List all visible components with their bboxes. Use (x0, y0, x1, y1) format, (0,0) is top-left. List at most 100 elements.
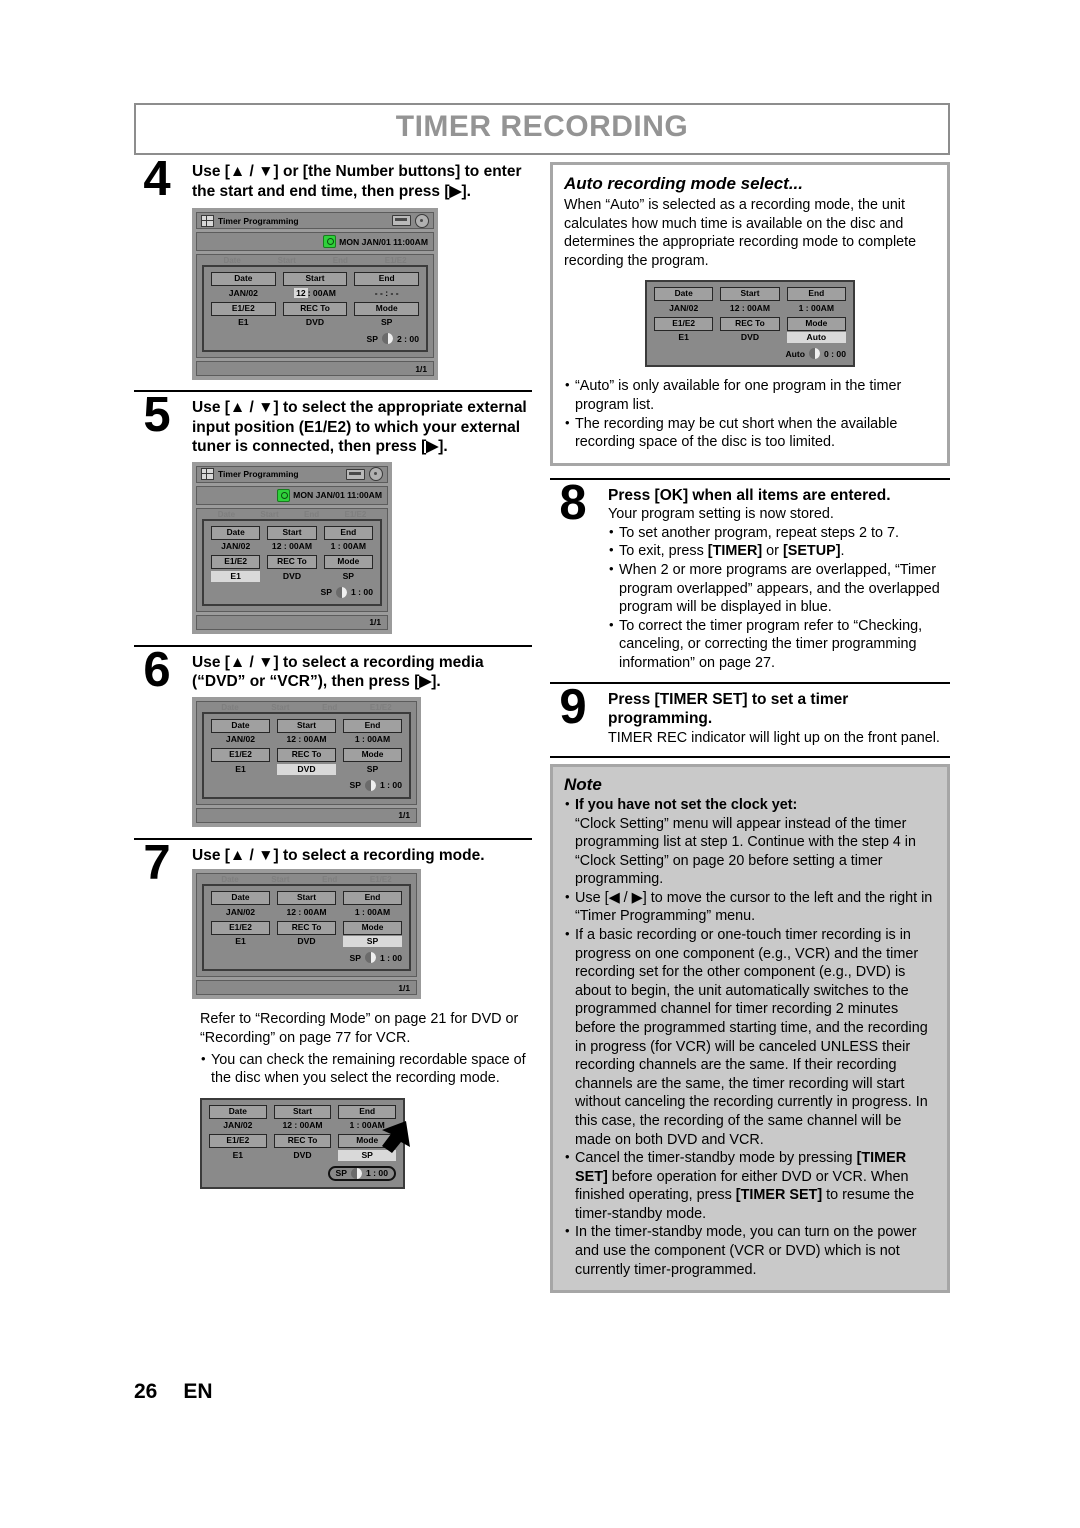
osd-list-area: Date Start End E1/E2 Date JAN/02 Start 1… (196, 700, 417, 805)
osd-remaining-time: 1 : 00 (351, 587, 373, 597)
osd-ghost-headers: Date Start End E1/E2 (205, 703, 408, 712)
osd-start-selected-digits: 12 (294, 287, 308, 298)
osd-value-recto: DVD (277, 763, 336, 775)
osd-header-e1e2: E1/E2 (211, 555, 261, 569)
osd-remaining-time: 1 : 00 (380, 780, 402, 790)
ghost-e1e2: E1/E2 (369, 702, 392, 712)
step-number: 6 (143, 642, 171, 697)
osd-value-mode: SP (342, 570, 355, 581)
osd-value-end: 1 : 00AM (354, 734, 391, 744)
step-lead: TIMER REC indicator will light up on the… (608, 729, 940, 746)
osd-remaining: SP 1 : 00 (209, 1165, 396, 1181)
osd-header-recto: REC To (277, 920, 336, 935)
osd-header-date: Date (211, 718, 270, 733)
step-heading: Use [▲ / ▼] to select the appropriate ex… (192, 399, 527, 455)
osd-screen-auto: Date JAN/02 Start 12 : 00AM End 1 : 00AM… (645, 280, 855, 368)
auto-box-body: When “Auto” is selected as a recording m… (564, 197, 917, 269)
timer-set-button-ref-2: [TIMER SET] (735, 1187, 823, 1204)
osd-header-mode: Mode (786, 316, 846, 331)
osd-value-mode: SP (343, 936, 402, 947)
step-heading: Press [TIMER SET] to set a timer program… (608, 690, 849, 728)
osd-remaining-time: 1 : 00 (366, 1168, 388, 1179)
grid-icon (201, 214, 214, 227)
osd-value-start: 12 : 00AM (282, 1120, 323, 1131)
osd-ghost-headers: Date Start End E1/E2 (205, 875, 408, 884)
auto-box-bullets: “Auto” is only available for one program… (564, 376, 936, 451)
osd-header-start: Start (720, 287, 780, 302)
osd-remaining-time: 2 : 00 (397, 333, 419, 344)
osd-header-end: End (786, 287, 846, 302)
osd-header-recto: REC To (273, 1134, 332, 1149)
list-item: To correct the timer program refer to “C… (608, 616, 950, 673)
osd-header-end: End (354, 272, 420, 286)
osd-remaining-label: Auto (785, 348, 806, 359)
osd-header-start: Start (273, 1104, 332, 1119)
right-column: Auto recording mode select... When “Auto… (550, 162, 950, 1294)
osd-clock-bar: MON JAN/01 11:00AM (196, 485, 388, 505)
osd-title-bar: Timer Programming (196, 465, 388, 483)
osd-header-recto: REC To (267, 555, 317, 569)
step-5: 5 Use [▲ / ▼] to select the appropriate … (134, 391, 532, 457)
osd-window-title: Timer Programming (218, 469, 299, 479)
manual-page: TIMER RECORDING 4 Use [▲ / ▼] or [the Nu… (0, 0, 1080, 1528)
osd-remaining-time: 0 : 00 (824, 348, 846, 359)
osd-header-start: Start (282, 272, 348, 286)
step-heading: Use [▲ / ▼] to select a recording mode. (192, 846, 485, 864)
step-lead: Your program setting is now stored. (608, 506, 834, 523)
disc-remaining-icon (336, 586, 348, 598)
osd-value-recto: DVD (282, 570, 302, 581)
osd-header-e1e2: E1/E2 (654, 316, 714, 331)
ghost-start: Start (277, 256, 296, 265)
page-header-box: TIMER RECORDING (134, 103, 950, 155)
clock-icon (277, 488, 291, 502)
osd-value-start: 12 : 00AM (729, 302, 771, 313)
ghost-date: Date (223, 256, 241, 265)
auto-box-title: Auto recording mode select... (564, 174, 803, 193)
osd-value-date: JAN/02 (221, 541, 251, 551)
osd-screen-step4: Timer Programming MON JAN/01 11:00AM Dat… (192, 208, 438, 380)
osd-header-start: Start (277, 718, 336, 733)
osd-entry-panel: Date JAN/02 Start 12 : 00AM End 1 : 00AM… (202, 884, 411, 971)
step-9: 9 Press [TIMER SET] to set a timer progr… (550, 682, 950, 748)
osd-header-e1e2: E1/E2 (211, 301, 276, 316)
ghost-start: Start (271, 702, 290, 712)
osd-value-date: JAN/02 (669, 302, 699, 313)
osd-remaining: SP 1 : 00 (211, 779, 402, 791)
osd-value-recto: DVD (740, 332, 760, 343)
osd-header-recto: REC To (277, 748, 336, 762)
osd-header-end: End (338, 1104, 397, 1119)
step-number: 7 (143, 835, 171, 890)
step-number: 9 (559, 679, 587, 734)
step-heading: Use [▲ / ▼] to select a recording media … (192, 653, 484, 691)
step-number: 8 (559, 475, 587, 530)
osd-header-date: Date (211, 525, 261, 540)
osd-value-end: 1 : 00AM (354, 906, 391, 917)
step-number: 4 (143, 152, 171, 206)
osd-value-e1e2: E1 (211, 570, 261, 582)
osd-remaining-time: 1 : 00 (380, 952, 402, 963)
list-item: To set another program, repeat steps 2 t… (608, 523, 950, 543)
osd-value-date: JAN/02 (228, 287, 258, 298)
step7-after-bullet: You can check the remaining recordable s… (200, 1050, 532, 1088)
note-first-bullet-body: “Clock Setting” menu will appear instead… (575, 815, 916, 888)
osd-remaining-label: SP (320, 587, 333, 597)
ghost-date: Date (217, 509, 236, 519)
osd-header-e1e2: E1/E2 (211, 920, 270, 935)
list-item: Use [◀ / ▶] to move the cursor to the le… (564, 888, 936, 926)
disc-icon (369, 467, 383, 481)
ghost-start: Start (260, 509, 279, 519)
osd-page-indicator: 1/1 (196, 807, 417, 823)
osd-value-end: 1 : 00AM (330, 541, 366, 551)
osd-value-e1e2: E1 (678, 332, 689, 343)
osd-header-date: Date (654, 287, 714, 302)
pointer-arrow-icon (382, 1120, 410, 1153)
osd-value-date: JAN/02 (225, 734, 256, 744)
osd-screen-step7: Date Start End E1/E2 Date JAN/02 Start 1… (192, 869, 421, 999)
note-title: Note (564, 775, 602, 795)
osd-remaining-label: SP (349, 780, 362, 790)
list-item: To exit, press [TIMER] or [SETUP]. (608, 541, 950, 561)
note-box: Note If you have not set the clock yet: … (550, 764, 950, 1294)
note-first-bullet-bold: If you have not set the clock yet: (575, 797, 798, 814)
vcr-tape-icon (392, 215, 411, 226)
disc-remaining-icon (809, 348, 821, 360)
